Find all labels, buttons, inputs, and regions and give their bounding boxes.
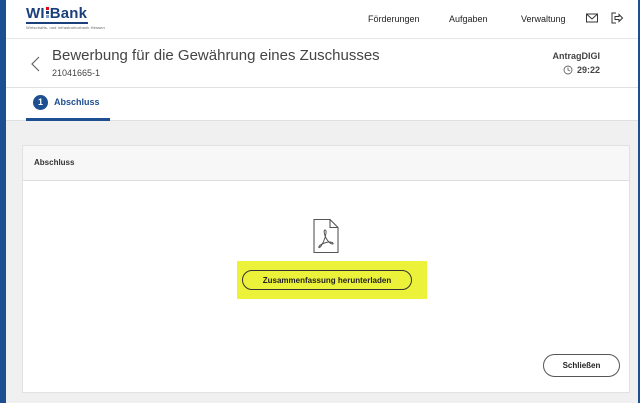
- nav-item-foerderungen[interactable]: Förderungen: [368, 14, 420, 24]
- logo-text-right: Bank: [49, 5, 88, 22]
- main-content: Abschluss Zusammenfassung herunterladen …: [6, 121, 638, 403]
- logo-text-left: WI: [26, 5, 45, 22]
- step-navigation: 1 Abschluss: [6, 88, 638, 121]
- download-summary-button[interactable]: Zusammenfassung herunterladen: [242, 270, 412, 290]
- application-id: 21041665-1: [52, 68, 101, 78]
- close-button[interactable]: Schließen: [543, 354, 620, 377]
- clock-icon: [563, 65, 573, 75]
- step-number-badge: 1: [33, 95, 48, 110]
- card-title: Abschluss: [34, 158, 75, 167]
- abschluss-card: Abschluss Zusammenfassung herunterladen …: [22, 145, 630, 393]
- top-navigation-bar: WI Bank Wirtschafts- und Infrastrukturban…: [6, 0, 638, 39]
- session-timer: 29:22: [563, 65, 600, 75]
- logo-underline: [26, 22, 88, 24]
- logo-tagline: Wirtschafts- und Infrastrukturbank Hesse…: [26, 25, 105, 30]
- logout-icon[interactable]: [610, 11, 624, 25]
- mail-icon[interactable]: [585, 11, 599, 25]
- step-1-abschluss[interactable]: 1 Abschluss: [26, 88, 110, 121]
- nav-item-aufgaben[interactable]: Aufgaben: [449, 14, 488, 24]
- page-header: Bewerbung für die Gewährung eines Zuschu…: [6, 39, 638, 88]
- pdf-icon: [313, 218, 339, 254]
- app-name: AntragDIGI: [552, 51, 600, 61]
- page-title: Bewerbung für die Gewährung eines Zuschu…: [52, 47, 380, 64]
- nav-item-verwaltung[interactable]: Verwaltung: [521, 14, 566, 24]
- timer-value: 29:22: [576, 65, 600, 75]
- step-label: Abschluss: [54, 97, 100, 107]
- chevron-left-icon[interactable]: [29, 55, 43, 73]
- download-highlight: Zusammenfassung herunterladen: [237, 261, 427, 299]
- logo-bars-icon: [45, 6, 49, 19]
- wibank-logo[interactable]: WI Bank Wirtschafts- und Infrastrukturban…: [26, 6, 105, 30]
- card-header: Abschluss: [23, 146, 629, 181]
